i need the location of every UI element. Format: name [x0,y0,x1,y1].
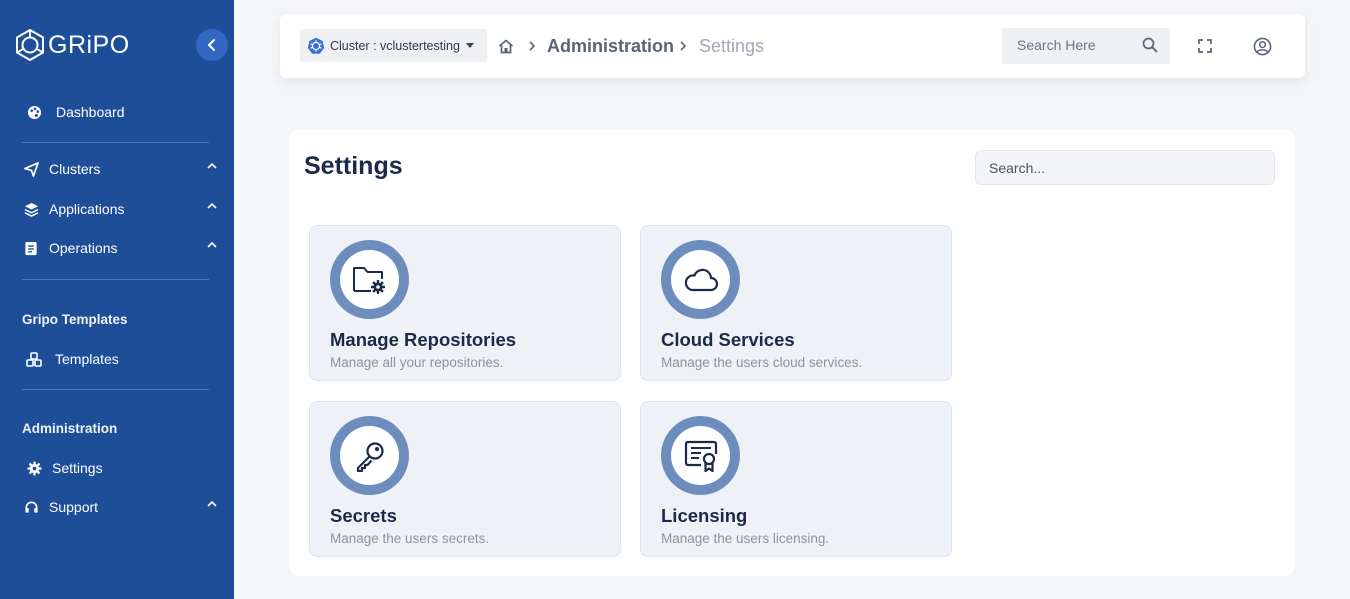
top-search-box [1002,28,1170,64]
sidebar-divider [22,389,209,390]
card-manage-repositories[interactable]: Manage Repositories Manage all your repo… [309,225,621,381]
sidebar-item-support[interactable]: Support [22,495,218,519]
card-description: Manage the users cloud services. [661,355,863,370]
chevron-up-icon [207,241,217,248]
breadcrumb-administration[interactable]: Administration [547,36,674,57]
sidebar-item-clusters[interactable]: Clusters [22,157,218,181]
kubernetes-icon [307,37,325,54]
section-heading-administration: Administration [22,421,118,436]
sidebar-item-dashboard[interactable]: Dashboard [25,100,218,124]
sidebar-item-label: Applications [49,201,125,217]
collapse-sidebar-button[interactable] [196,29,228,61]
card-title: Manage Repositories [330,329,517,350]
headset-icon [22,498,40,516]
sidebar-item-settings[interactable]: Settings [25,456,218,480]
gripo-logo-icon [16,28,44,62]
fullscreen-icon[interactable] [1198,39,1212,53]
card-icon-ring [330,416,409,495]
settings-search-input[interactable] [989,160,1259,176]
card-icon-ring [661,416,740,495]
user-avatar-icon[interactable] [1253,37,1272,56]
layers-icon [22,200,40,218]
card-icon-ring [661,240,740,319]
sidebar-item-templates[interactable]: Templates [25,347,218,371]
sidebar-item-applications[interactable]: Applications [22,197,218,221]
chevron-up-icon [207,500,217,507]
sidebar-item-label: Operations [49,240,118,256]
brand-name: GRiPO [48,30,130,59]
card-description: Manage the users licensing. [661,531,830,546]
certificate-icon [684,440,717,472]
card-icon-ring [330,240,409,319]
palette-icon [25,103,43,121]
settings-panel: Settings Search... Manage Repositories M… [289,130,1295,576]
card-title: Licensing [661,505,748,526]
card-title: Cloud Services [661,329,795,350]
home-icon[interactable] [498,39,514,54]
sidebar: GRiPO Dashboard Clusters Applications Op… [0,0,234,599]
sidebar-item-label: Clusters [49,161,101,177]
card-secrets[interactable]: Secrets Manage the users secrets. [309,401,621,557]
card-description: Manage all your repositories. [330,355,504,370]
card-licensing[interactable]: Licensing Manage the users licensing. [640,401,952,557]
sidebar-divider [22,279,209,280]
folder-gear-icon [352,266,385,294]
caret-down-icon [465,43,474,48]
section-heading-templates: Gripo Templates [22,312,128,327]
chevron-up-icon [207,162,217,169]
send-icon [22,160,40,178]
sidebar-item-label: Dashboard [56,104,125,120]
brand-logo[interactable]: GRiPO [14,28,130,62]
sidebar-item-operations[interactable]: Operations [22,236,218,260]
cubes-icon [25,350,43,368]
settings-search-box [975,150,1275,185]
search-icon[interactable] [1142,37,1158,53]
breadcrumb-settings: Settings [699,36,765,56]
key-icon [356,441,384,472]
card-title: Secrets [330,505,397,526]
page-title: Settings [304,152,403,180]
cloud-icon [684,268,718,291]
cluster-selector[interactable]: Cluster : vclustertesting [300,29,487,62]
sidebar-item-label: Templates [55,351,119,367]
top-search-input[interactable] [1017,37,1137,53]
sidebar-item-label: Settings [52,460,103,476]
chevron-right-icon [680,41,687,51]
top-bar: Cluster : vclustertesting Administration… [280,14,1305,78]
card-description: Manage the users secrets. [330,531,490,546]
card-cloud-services[interactable]: Cloud Services Manage the users cloud se… [640,225,952,381]
chevron-left-icon [208,39,215,51]
cluster-selector-label: Cluster : vclustertesting [330,38,460,53]
chevron-up-icon [207,202,217,209]
sidebar-divider [22,142,209,143]
document-icon [22,239,40,257]
chevron-right-icon [529,41,536,51]
sidebar-item-label: Support [49,499,99,515]
gear-icon [25,459,43,477]
